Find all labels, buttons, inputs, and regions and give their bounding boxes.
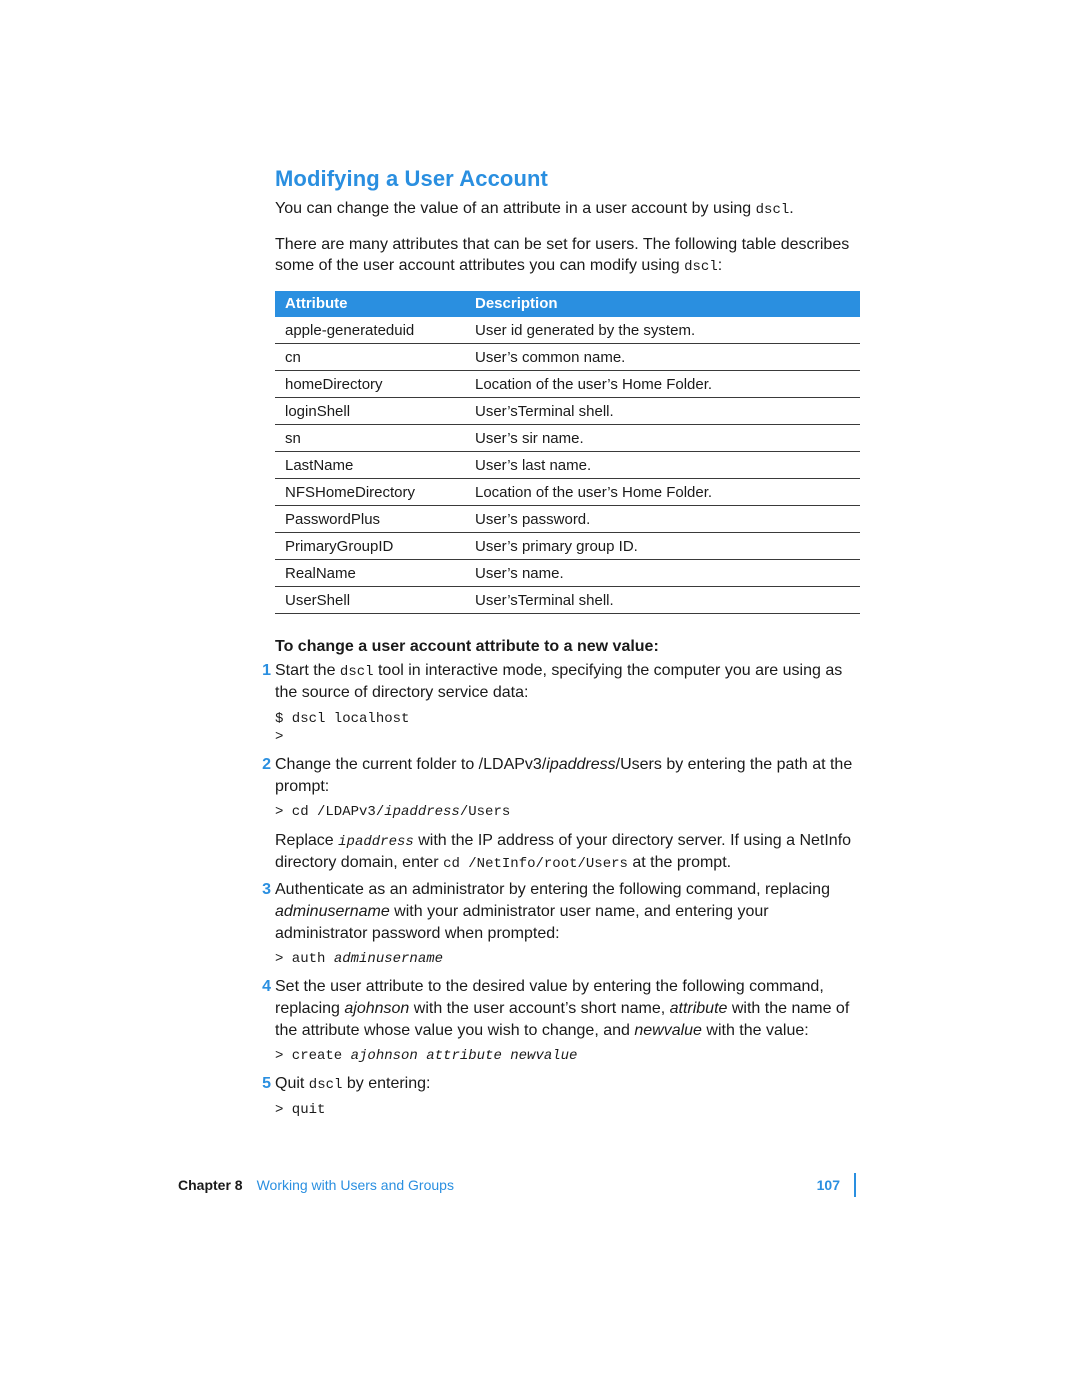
attribute-name: homeDirectory: [275, 371, 465, 398]
attributes-table: Attribute Description apple-generateduid…: [275, 291, 860, 614]
text: There are many attributes that can be se…: [275, 236, 849, 275]
attribute-description: User’sTerminal shell.: [465, 587, 860, 614]
table-row: LastNameUser’s last name.: [275, 452, 860, 479]
attribute-description: User’s primary group ID.: [465, 533, 860, 560]
procedure-title: To change a user account attribute to a …: [275, 638, 860, 656]
step-number: 3: [253, 879, 271, 901]
inline-code: dscl: [309, 1077, 343, 1093]
text: .: [789, 200, 793, 217]
table-row: UserShellUser’sTerminal shell.: [275, 587, 860, 614]
code-block: > quit: [275, 1101, 860, 1119]
attribute-name: apple-generateduid: [275, 317, 465, 344]
italic-text: newvalue: [634, 1022, 702, 1039]
chapter-label: Chapter 8: [178, 1177, 243, 1193]
step-number: 1: [253, 660, 271, 682]
table-row: PasswordPlusUser’s password.: [275, 506, 860, 533]
text: > auth: [275, 951, 334, 967]
text: Start the: [275, 662, 340, 679]
step-item: 5Quit dscl by entering:> quit: [275, 1073, 860, 1119]
step-text: Quit dscl by entering:: [275, 1073, 860, 1095]
attribute-name: NFSHomeDirectory: [275, 479, 465, 506]
code-block: > cd /LDAPv3/ipaddress/Users: [275, 803, 860, 821]
code-block: > auth adminusername: [275, 950, 860, 968]
attribute-name: LastName: [275, 452, 465, 479]
text: /Users: [460, 804, 510, 820]
attribute-name: PasswordPlus: [275, 506, 465, 533]
text: :: [718, 257, 722, 274]
intro-paragraph-2: There are many attributes that can be se…: [275, 234, 860, 277]
text: > cd /LDAPv3/: [275, 804, 384, 820]
attribute-description: User’sTerminal shell.: [465, 398, 860, 425]
attribute-name: loginShell: [275, 398, 465, 425]
italic-text: ipaddress: [546, 756, 615, 773]
section-title: Modifying a User Account: [275, 166, 860, 192]
text: with the user account’s short name,: [409, 1000, 669, 1017]
inline-code: dscl: [340, 664, 374, 680]
text: Quit: [275, 1075, 309, 1092]
attribute-name: UserShell: [275, 587, 465, 614]
text: by entering:: [342, 1075, 430, 1092]
inline-code: cd /NetInfo/root/Users: [443, 856, 628, 872]
code-block: $ dscl localhost >: [275, 710, 860, 746]
page-number: 107: [817, 1177, 840, 1193]
step-text: Change the current folder to /LDAPv3/ipa…: [275, 754, 860, 797]
attribute-name: sn: [275, 425, 465, 452]
attribute-description: Location of the user’s Home Folder.: [465, 479, 860, 506]
attribute-description: User’s name.: [465, 560, 860, 587]
steps-list: 1Start the dscl tool in interactive mode…: [275, 660, 860, 1119]
italic-text: ajohnson: [344, 1000, 409, 1017]
step-text: Authenticate as an administrator by ente…: [275, 879, 860, 944]
table-row: cnUser’s common name.: [275, 344, 860, 371]
text: at the prompt.: [628, 854, 731, 871]
table-header-attribute: Attribute: [275, 291, 465, 317]
step-text: Set the user attribute to the desired va…: [275, 976, 860, 1041]
step-text: Start the dscl tool in interactive mode,…: [275, 660, 860, 703]
page: Modifying a User Account You can change …: [0, 0, 1080, 1397]
attribute-description: User’s last name.: [465, 452, 860, 479]
attribute-description: User’s common name.: [465, 344, 860, 371]
text: Replace: [275, 832, 338, 849]
attribute-description: User’s password.: [465, 506, 860, 533]
step-after-text: Replace ipaddress with the IP address of…: [275, 830, 860, 874]
table-row: homeDirectoryLocation of the user’s Home…: [275, 371, 860, 398]
italic-text: adminusername: [334, 951, 443, 967]
table-row: RealNameUser’s name.: [275, 560, 860, 587]
table-row: PrimaryGroupIDUser’s primary group ID.: [275, 533, 860, 560]
inline-code: dscl: [756, 202, 790, 218]
italic-text: ajohnson attribute newvalue: [351, 1048, 578, 1064]
step-item: 2Change the current folder to /LDAPv3/ip…: [275, 754, 860, 873]
step-number: 4: [253, 976, 271, 998]
inline-code: ipaddress: [338, 834, 414, 850]
text: > create: [275, 1048, 351, 1064]
text: You can change the value of an attribute…: [275, 200, 756, 217]
attribute-description: Location of the user’s Home Folder.: [465, 371, 860, 398]
italic-text: ipaddress: [384, 804, 460, 820]
attribute-description: User id generated by the system.: [465, 317, 860, 344]
attribute-name: RealName: [275, 560, 465, 587]
attribute-name: PrimaryGroupID: [275, 533, 465, 560]
step-item: 3Authenticate as an administrator by ent…: [275, 879, 860, 968]
text: Change the current folder to /LDAPv3/: [275, 756, 546, 773]
step-number: 5: [253, 1073, 271, 1095]
step-number: 2: [253, 754, 271, 776]
inline-code: dscl: [684, 259, 718, 275]
step-item: 1Start the dscl tool in interactive mode…: [275, 660, 860, 746]
attribute-name: cn: [275, 344, 465, 371]
table-row: NFSHomeDirectoryLocation of the user’s H…: [275, 479, 860, 506]
chapter-title: Working with Users and Groups: [257, 1177, 454, 1193]
table-row: snUser’s sir name.: [275, 425, 860, 452]
text: Authenticate as an administrator by ente…: [275, 881, 830, 898]
attribute-description: User’s sir name.: [465, 425, 860, 452]
intro-paragraph-1: You can change the value of an attribute…: [275, 198, 860, 220]
code-block: > create ajohnson attribute newvalue: [275, 1047, 860, 1065]
table-header-description: Description: [465, 291, 860, 317]
page-footer: Chapter 8 Working with Users and Groups …: [178, 1173, 856, 1197]
table-row: apple-generateduidUser id generated by t…: [275, 317, 860, 344]
step-item: 4Set the user attribute to the desired v…: [275, 976, 860, 1065]
italic-text: adminusername: [275, 903, 390, 920]
text: with the value:: [702, 1022, 809, 1039]
table-row: loginShellUser’sTerminal shell.: [275, 398, 860, 425]
italic-text: attribute: [670, 1000, 728, 1017]
